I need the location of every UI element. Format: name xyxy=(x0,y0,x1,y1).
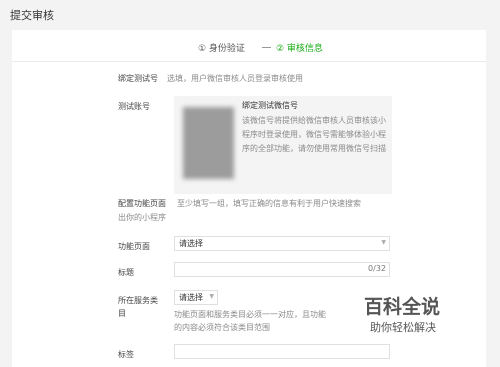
service-category-hint: 功能页面和服务类目必须一一对应，且功能 xyxy=(174,310,326,319)
tag-input[interactable] xyxy=(174,344,390,359)
function-page-label: 功能页面 xyxy=(118,242,150,251)
qr-code[interactable] xyxy=(183,107,234,179)
function-page-select[interactable]: 请选择 ▼ xyxy=(174,236,390,251)
step-identity-verification: ① 身份验证 xyxy=(198,44,245,54)
config-pages-hint-cont: 出你的小程序 xyxy=(118,213,166,222)
bind-test-account-hint: 选填，用户微信审核人员登录审核使用 xyxy=(167,74,303,83)
service-category-value: 请选择 xyxy=(179,293,203,302)
page-title: 提交审核 xyxy=(10,9,54,22)
test-account-label: 测试账号 xyxy=(118,102,150,111)
service-category-select[interactable]: 请选择 ▼ xyxy=(174,290,218,305)
step-review-info: ② 审核信息 xyxy=(276,44,323,54)
bind-wechat-title: 绑定测试微信号 xyxy=(242,101,298,110)
chevron-down-icon: ▼ xyxy=(209,293,214,300)
config-pages-label: 配置功能页面 xyxy=(118,199,166,208)
service-category-label-cont: 目 xyxy=(118,309,126,318)
watermark: 百科全说 助你轻松解决 xyxy=(356,290,466,340)
title-label: 标题 xyxy=(118,268,134,277)
watermark-title: 百科全说 xyxy=(364,296,441,318)
chevron-down-icon: ▼ xyxy=(381,239,386,246)
watermark-subtitle: 助你轻松解决 xyxy=(370,321,436,334)
function-page-value: 请选择 xyxy=(179,239,203,248)
page-header: 提交审核 xyxy=(0,0,500,30)
divider xyxy=(12,61,486,62)
title-char-counter: 0/32 xyxy=(368,264,386,273)
tag-label: 标签 xyxy=(118,350,134,359)
bind-wechat-panel: 绑定测试微信号 该微信号将提供给微信审核人员审核该小程序时登录使用，微信号需能够… xyxy=(174,96,392,194)
config-pages-hint: 至少填写一组，填写正确的信息有利于用户快速搜索 xyxy=(177,199,361,208)
step-indicator: ① 身份验证 ② 审核信息 xyxy=(12,41,486,55)
title-input[interactable]: 0/32 xyxy=(174,262,390,277)
service-category-label: 所在服务类 xyxy=(118,296,158,305)
service-category-hint-cont: 的内容必须符合该类目范围 xyxy=(174,323,270,332)
step-divider xyxy=(262,47,271,48)
bind-test-account-label: 绑定测试号 xyxy=(118,74,158,83)
bind-wechat-description: 该微信号将提供给微信审核人员审核该小程序时登录使用，微信号需能够体验小程序的全部… xyxy=(242,116,386,153)
